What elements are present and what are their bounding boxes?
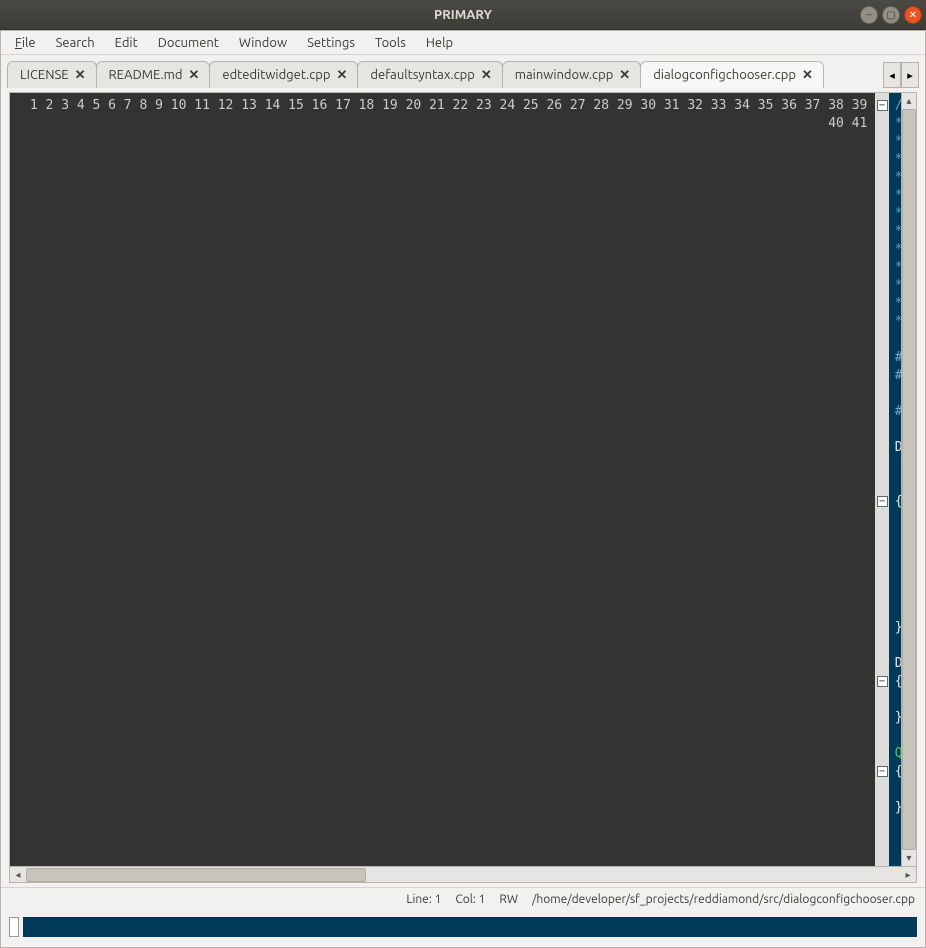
minimize-button[interactable]: – bbox=[860, 6, 878, 24]
tab-scroll-left[interactable]: ◂ bbox=[883, 62, 901, 88]
menubar: File Search Edit Document Window Setting… bbox=[1, 31, 925, 55]
code-view[interactable]: /***************************************… bbox=[889, 93, 901, 866]
tab-label: README.md bbox=[109, 68, 183, 82]
vertical-scrollbar[interactable]: ▴ ▾ bbox=[901, 93, 916, 866]
fold-toggle-icon[interactable]: − bbox=[877, 100, 888, 111]
tab-dialogconfigchooser-cpp[interactable]: dialogconfigchooser.cpp ✕ bbox=[640, 61, 824, 88]
menu-search[interactable]: Search bbox=[48, 34, 103, 52]
status-col: Col: 1 bbox=[455, 893, 485, 906]
tab-label: defaultsyntax.cpp bbox=[370, 68, 474, 82]
tab-defaultsyntax-cpp[interactable]: defaultsyntax.cpp ✕ bbox=[357, 61, 502, 88]
tab-edteditwidget-cpp[interactable]: edteditwidget.cpp ✕ bbox=[209, 61, 358, 88]
tab-readme-md[interactable]: README.md ✕ bbox=[96, 61, 211, 88]
maximize-button[interactable]: ▢ bbox=[882, 6, 900, 24]
tab-label: edteditwidget.cpp bbox=[222, 68, 330, 82]
fold-toggle-icon[interactable]: − bbox=[877, 676, 888, 687]
close-icon[interactable]: ✕ bbox=[802, 69, 813, 82]
command-cursor bbox=[9, 917, 19, 937]
tab-label: LICENSE bbox=[20, 68, 69, 82]
tab-mainwindow-cpp[interactable]: mainwindow.cpp ✕ bbox=[502, 61, 641, 88]
scroll-up-icon[interactable]: ▴ bbox=[902, 93, 916, 109]
status-mode: RW bbox=[499, 893, 518, 906]
tab-label: mainwindow.cpp bbox=[515, 68, 614, 82]
editor: 1 2 3 4 5 6 7 8 9 10 11 12 13 14 15 16 1… bbox=[9, 92, 917, 883]
tab-label: dialogconfigchooser.cpp bbox=[653, 68, 796, 82]
status-line: Line: 1 bbox=[406, 893, 441, 906]
menu-window[interactable]: Window bbox=[231, 34, 295, 52]
close-icon[interactable]: ✕ bbox=[75, 69, 86, 82]
line-gutter: 1 2 3 4 5 6 7 8 9 10 11 12 13 14 15 16 1… bbox=[10, 93, 875, 866]
fold-toggle-icon[interactable]: − bbox=[877, 766, 888, 777]
window-controls: – ▢ ✕ bbox=[860, 6, 922, 24]
menu-tools[interactable]: Tools bbox=[367, 34, 414, 52]
close-icon[interactable]: ✕ bbox=[337, 69, 348, 82]
tab-scroll-right[interactable]: ▸ bbox=[901, 62, 919, 88]
window-title: PRIMARY bbox=[434, 8, 492, 22]
status-path: /home/developer/sf_projects/reddiamond/s… bbox=[532, 893, 915, 906]
scroll-right-icon[interactable]: ▸ bbox=[900, 868, 916, 882]
close-icon[interactable]: ✕ bbox=[189, 69, 200, 82]
titlebar: PRIMARY – ▢ ✕ bbox=[0, 0, 926, 30]
menu-file[interactable]: File bbox=[7, 34, 44, 52]
scroll-down-icon[interactable]: ▾ bbox=[902, 850, 916, 866]
app-body: File Search Edit Document Window Setting… bbox=[0, 30, 926, 948]
menu-document[interactable]: Document bbox=[150, 34, 227, 52]
tab-nav: ◂ ▸ bbox=[883, 62, 919, 88]
close-icon[interactable]: ✕ bbox=[619, 69, 630, 82]
menu-settings[interactable]: Settings bbox=[299, 34, 363, 52]
close-icon[interactable]: ✕ bbox=[481, 69, 492, 82]
command-bar[interactable] bbox=[9, 915, 917, 939]
scroll-left-icon[interactable]: ◂ bbox=[10, 868, 26, 882]
menu-edit[interactable]: Edit bbox=[107, 34, 146, 52]
menu-help[interactable]: Help bbox=[418, 34, 461, 52]
statusbar: Line: 1 Col: 1 RW /home/developer/sf_pro… bbox=[1, 887, 925, 911]
tab-license[interactable]: LICENSE ✕ bbox=[7, 61, 97, 88]
close-button[interactable]: ✕ bbox=[904, 6, 922, 24]
fold-column[interactable]: − − − − bbox=[875, 93, 888, 866]
tabbar: LICENSE✕README.md✕edteditwidget.cpp✕defa… bbox=[1, 55, 925, 88]
fold-toggle-icon[interactable]: − bbox=[877, 496, 888, 507]
command-strip[interactable] bbox=[23, 917, 917, 937]
horizontal-scrollbar[interactable]: ◂ ▸ bbox=[10, 866, 916, 882]
